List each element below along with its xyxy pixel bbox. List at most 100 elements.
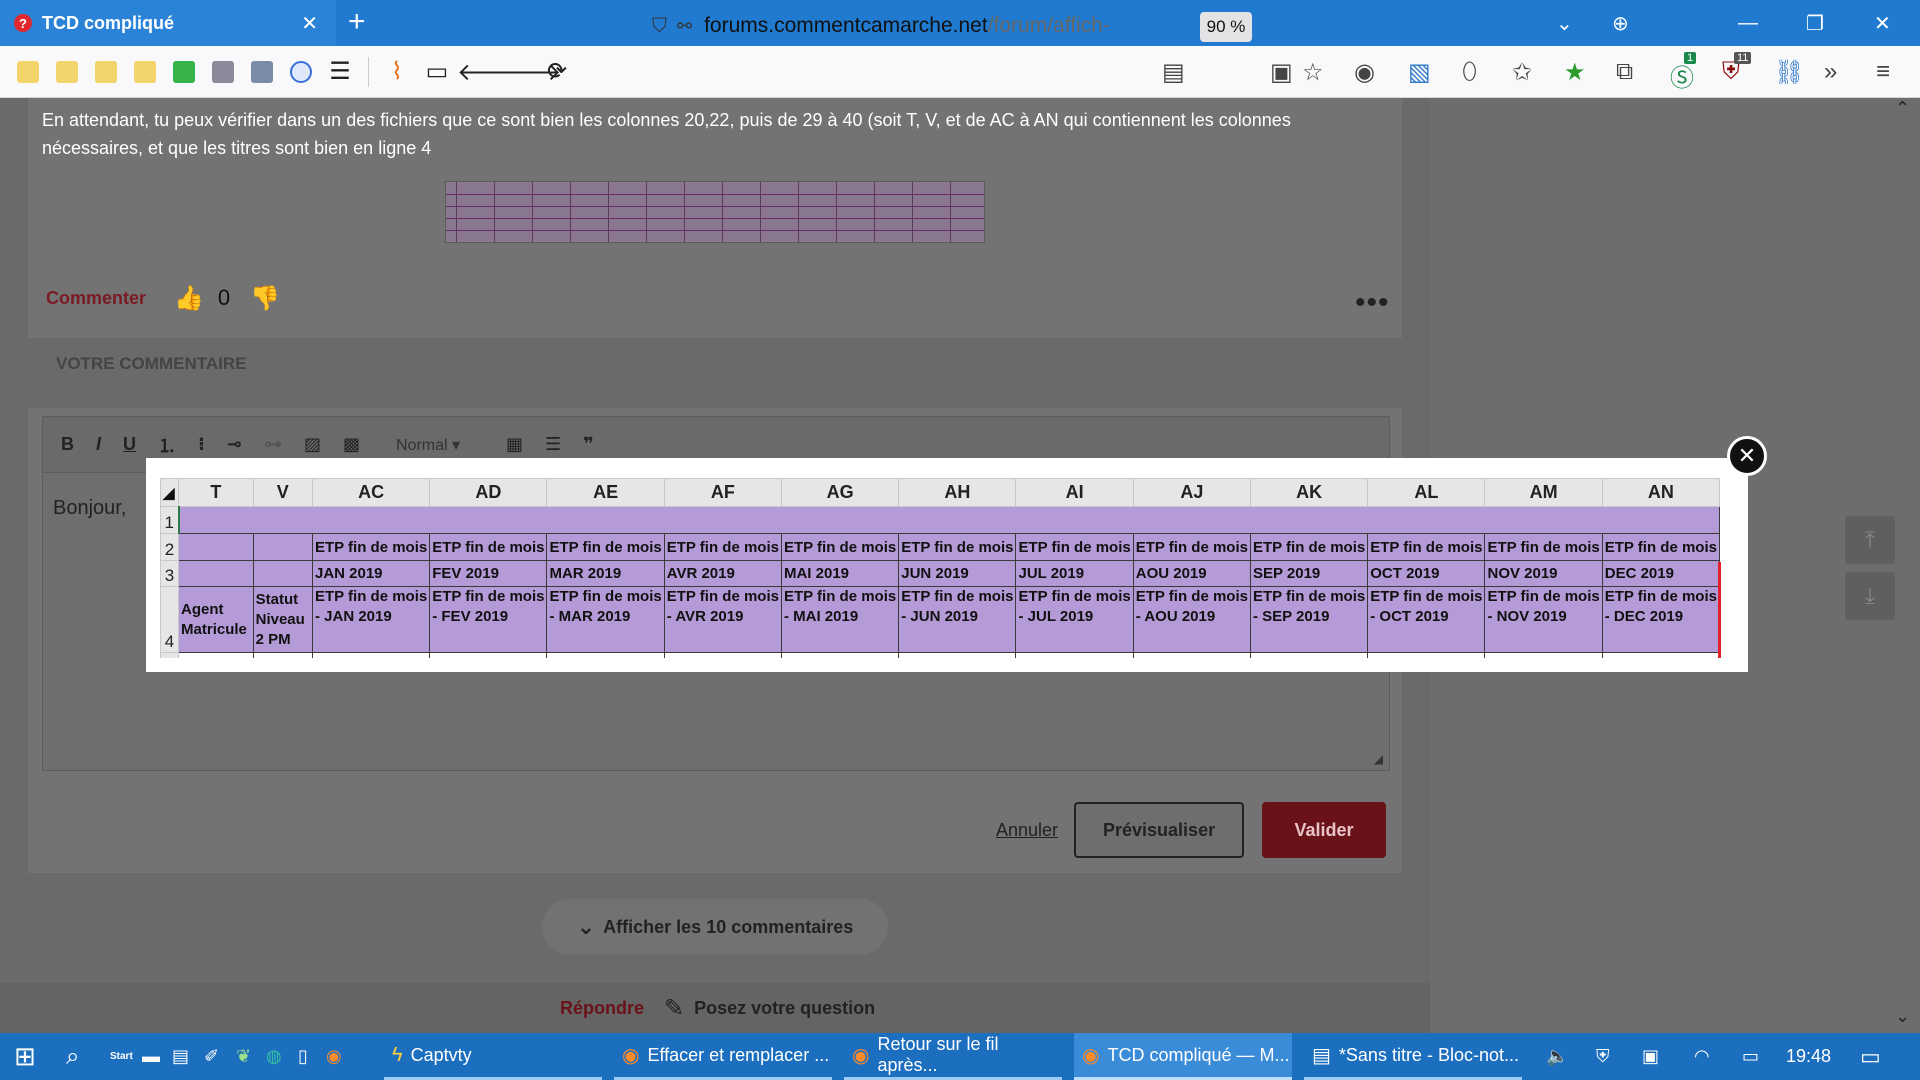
- collection-icon[interactable]: ✩: [1512, 58, 1532, 87]
- back-icon[interactable]: 🡐: [457, 57, 521, 87]
- submit-button[interactable]: Valider: [1262, 802, 1387, 858]
- horizontal-rule-icon[interactable]: ☰: [545, 434, 561, 455]
- thumbs-up-icon[interactable]: 👍: [174, 284, 204, 313]
- clock[interactable]: 19:48: [1786, 1033, 1831, 1080]
- tab-active[interactable]: ? TCD compliqué ✕: [0, 0, 336, 46]
- notifications-icon[interactable]: ▭: [1860, 1033, 1881, 1080]
- bookmark-star-icon[interactable]: ☆: [1302, 58, 1324, 87]
- app-pin-icon[interactable]: ❦: [236, 1033, 251, 1080]
- tracking-shield-icon[interactable]: ⛉: [652, 15, 667, 38]
- forward-icon[interactable]: 🡒: [497, 57, 561, 87]
- add-bookmark-icon[interactable]: [173, 60, 195, 83]
- minimize-icon[interactable]: —: [1738, 0, 1758, 46]
- page-scrollbar[interactable]: ⌃ ⌄: [1890, 98, 1920, 1033]
- sheet-cell: [1601, 652, 1720, 658]
- bold-button[interactable]: B: [61, 434, 74, 455]
- search-icon[interactable]: ⌕: [66, 1033, 79, 1080]
- post-image-thumbnail[interactable]: [445, 181, 985, 243]
- image-icon[interactable]: ▨: [304, 434, 321, 455]
- screenshot-icon[interactable]: [251, 60, 273, 83]
- mouse-extension-icon[interactable]: ⬯: [1462, 58, 1477, 86]
- link-extension-icon[interactable]: ⛓: [1774, 58, 1804, 87]
- rss-icon[interactable]: ⌇: [377, 57, 417, 86]
- permissions-icon[interactable]: ⚯: [677, 16, 692, 37]
- desktop-icon[interactable]: ▬: [142, 1033, 160, 1080]
- cancel-button[interactable]: Annuler: [996, 820, 1058, 841]
- row-header: 4: [160, 586, 180, 653]
- scroll-down-arrow-icon[interactable]: ⌄: [1895, 1006, 1910, 1027]
- new-tab-button[interactable]: +: [348, 6, 366, 38]
- sheet-cell: ETP fin de mois: [1601, 533, 1720, 561]
- puzzle-extension-icon[interactable]: ⧉: [1616, 58, 1633, 86]
- bullet-list-icon[interactable]: ⁝: [198, 434, 205, 455]
- italic-button[interactable]: I: [96, 434, 101, 455]
- battery-icon[interactable]: ▭: [1742, 1033, 1759, 1080]
- scroll-bottom-icon[interactable]: ⤓: [1845, 572, 1895, 620]
- lightbox-close-button[interactable]: ✕: [1727, 436, 1767, 476]
- table-icon[interactable]: ▦: [506, 434, 523, 455]
- favorites-extension-icon[interactable]: ★: [1564, 58, 1586, 87]
- pocket-icon[interactable]: ▣: [1270, 58, 1293, 87]
- app-menu-icon[interactable]: ≡: [1876, 58, 1890, 86]
- link-icon[interactable]: ⊸: [227, 434, 242, 455]
- thumbs-down-icon[interactable]: 👎: [250, 284, 280, 313]
- bookmark-folder-icon[interactable]: [95, 60, 117, 83]
- scroll-top-icon[interactable]: ⤒: [1845, 516, 1895, 564]
- reload-icon[interactable]: ⟳: [537, 57, 577, 86]
- zoom-level[interactable]: 90 %: [1200, 12, 1252, 42]
- quote-icon[interactable]: ❞: [583, 434, 594, 455]
- sheet-cell: AVR 2019: [663, 560, 782, 587]
- shield-extension-icon[interactable]: [290, 60, 312, 83]
- menu-lines-icon[interactable]: ☰: [320, 57, 360, 86]
- explorer-icon[interactable]: ▤: [172, 1033, 189, 1080]
- restore-icon[interactable]: ❐: [1806, 0, 1824, 46]
- firefox-icon: ◉: [852, 1044, 870, 1067]
- row-header: 3: [160, 560, 180, 587]
- account-icon[interactable]: ⊕: [1612, 0, 1629, 46]
- edge-icon[interactable]: ◍: [266, 1033, 282, 1080]
- taskbar-item-captvty[interactable]: ϟ Captvty: [384, 1033, 602, 1080]
- sheet-cell: [311, 652, 431, 658]
- taskbar-item-firefox-active[interactable]: ◉ TCD compliqué — M...: [1074, 1033, 1292, 1080]
- sidebar-icon[interactable]: ▭: [417, 57, 457, 86]
- tab-close-icon[interactable]: ✕: [301, 11, 318, 36]
- extension-icon[interactable]: ◉: [1354, 58, 1375, 87]
- scroll-up-arrow-icon[interactable]: ⌃: [1895, 98, 1910, 119]
- editor-text[interactable]: Bonjour,: [53, 497, 126, 520]
- underline-button[interactable]: U: [123, 434, 136, 455]
- preview-button[interactable]: Prévisualiser: [1074, 802, 1245, 858]
- taskbar-item-notepad[interactable]: ▤ *Sans titre - Bloc-not...: [1304, 1033, 1522, 1080]
- bookmark-folder-icon[interactable]: [17, 60, 39, 83]
- unlink-icon[interactable]: ⊶: [264, 434, 282, 455]
- sync-extension-icon[interactable]: ▧: [1408, 58, 1431, 87]
- reader-view-icon[interactable]: ▤: [1162, 58, 1185, 87]
- sheet-cell: ETP fin de mois - NOV 2019: [1484, 586, 1603, 653]
- firefox-icon[interactable]: ◉: [326, 1033, 342, 1080]
- security-shield-icon[interactable]: ⛨: [1596, 1033, 1610, 1080]
- screenshot-icon[interactable]: [212, 60, 234, 83]
- resize-handle-icon[interactable]: ◢: [1374, 752, 1383, 766]
- overflow-icon[interactable]: »: [1824, 58, 1837, 86]
- reply-link[interactable]: Répondre: [560, 998, 644, 1019]
- format-select[interactable]: Normal ▾: [396, 435, 506, 455]
- taskbar-item-firefox-1[interactable]: ◉ Effacer et remplacer ...: [614, 1033, 832, 1080]
- volume-icon[interactable]: 🔈: [1546, 1033, 1568, 1080]
- list-tabs-icon[interactable]: ⌄: [1556, 0, 1573, 46]
- file-icon[interactable]: ▯: [298, 1033, 308, 1080]
- bookmark-folder-icon[interactable]: [56, 60, 78, 83]
- url-bar[interactable]: ⛉ ⚯ forums.commentcamarche.net/forum/aff…: [652, 6, 1152, 46]
- media-icon[interactable]: ▩: [343, 434, 360, 455]
- start-menu-label[interactable]: Start: [110, 1033, 133, 1080]
- window-close-icon[interactable]: ✕: [1874, 0, 1891, 46]
- notepad-pin-icon[interactable]: ✐: [204, 1033, 219, 1080]
- numbered-list-icon[interactable]: ⒈: [158, 432, 176, 458]
- bookmark-folder-icon[interactable]: [134, 60, 156, 83]
- comment-link[interactable]: Commenter: [46, 288, 146, 309]
- windows-start-icon[interactable]: ⊞: [14, 1033, 36, 1080]
- show-comments-button[interactable]: ⌄ Afficher les 10 commentaires: [542, 899, 888, 955]
- taskbar-item-firefox-2[interactable]: ◉ Retour sur le fil après...: [844, 1033, 1062, 1080]
- network-monitor-icon[interactable]: ▣: [1642, 1033, 1659, 1080]
- more-options-icon[interactable]: •••: [1355, 286, 1390, 320]
- ask-question-link[interactable]: ✎ Posez votre question: [664, 994, 875, 1023]
- wifi-icon[interactable]: ◠: [1694, 1033, 1710, 1080]
